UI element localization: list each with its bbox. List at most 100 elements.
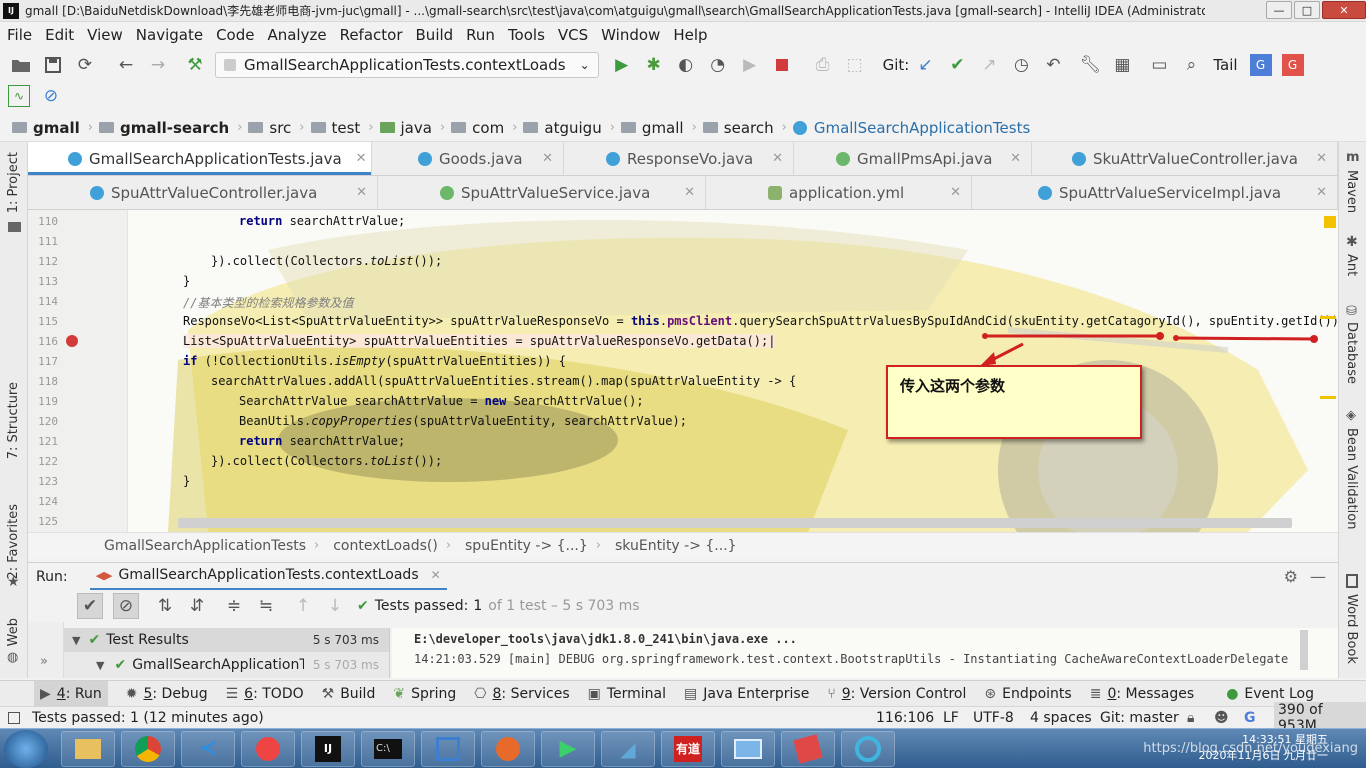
power-save-icon[interactable]: ⊘ xyxy=(40,85,62,107)
tab-gmall-search-application-tests[interactable]: GmallSearchApplicationTests.java ✕ xyxy=(28,142,372,175)
crumb-atguigu[interactable]: atguigu xyxy=(523,119,602,137)
close-tab-icon[interactable]: ✕ xyxy=(528,151,553,166)
warning-marker[interactable] xyxy=(1324,216,1336,228)
tool-web[interactable]: Web xyxy=(6,618,21,646)
video-player-icon[interactable]: ▶ xyxy=(541,730,595,767)
tab-sku-attr-value-controller[interactable]: SkuAttrValueController.java ✕ xyxy=(1032,142,1338,175)
activity-monitor-icon[interactable]: ∿ xyxy=(8,85,30,107)
intellij-icon[interactable]: IJ xyxy=(301,730,355,767)
wrench-icon[interactable]: 🔧︎ xyxy=(1079,54,1102,76)
crumb-search[interactable]: search xyxy=(702,119,774,137)
tool-project[interactable]: 1: Project xyxy=(6,152,21,213)
tab-spu-attr-value-service[interactable]: SpuAttrValueService.java ✕ xyxy=(378,176,706,209)
crumb-java[interactable]: java xyxy=(379,119,432,137)
error-stripe-mark[interactable] xyxy=(1320,396,1336,399)
virtualbox-icon[interactable] xyxy=(421,730,475,767)
close-tab-icon[interactable]: ✕ xyxy=(342,151,367,166)
editor-app-icon[interactable] xyxy=(781,730,835,767)
close-tab-icon[interactable]: ✕ xyxy=(342,185,367,200)
menu-vcs[interactable]: VCS xyxy=(558,26,588,44)
tool-version-control[interactable]: ⑂ 9: Version Control xyxy=(827,686,966,702)
more-actions-icon[interactable]: » xyxy=(40,654,48,669)
debug-icon[interactable]: ✱ xyxy=(643,54,665,76)
minimize-button[interactable]: — xyxy=(1266,1,1292,19)
profile-icon[interactable]: ◔ xyxy=(707,54,729,76)
tool-endpoints[interactable]: ⊛ Endpoints xyxy=(984,686,1071,702)
coverage-icon[interactable]: ◐ xyxy=(675,54,697,76)
tool-spring[interactable]: ❦ Spring xyxy=(393,686,456,702)
xmind-icon[interactable] xyxy=(241,730,295,767)
tab-spu-attr-value-service-impl[interactable]: SpuAttrValueServiceImpl.java ✕ xyxy=(972,176,1338,209)
translate-icon[interactable]: G xyxy=(1249,54,1272,76)
mysql-dolphin-icon[interactable]: ◢ xyxy=(601,730,655,767)
remote-desktop-icon[interactable] xyxy=(721,730,775,767)
maximize-button[interactable]: □ xyxy=(1294,1,1320,19)
lock-icon[interactable]: 🔒︎ xyxy=(1187,710,1194,726)
menu-view[interactable]: View xyxy=(87,26,123,44)
tab-response-vo[interactable]: ResponseVo.java ✕ xyxy=(564,142,794,175)
menu-code[interactable]: Code xyxy=(216,26,254,44)
console-scrollbar[interactable] xyxy=(1300,630,1308,670)
editor-crumb-lambda-spu[interactable]: spuEntity -> {...} xyxy=(465,538,588,554)
tree-row-test-class[interactable]: ▼ ✔ GmallSearchApplicationT 5 s 703 ms xyxy=(64,652,389,678)
tool-java-enterprise[interactable]: ▤ Java Enterprise xyxy=(684,686,809,702)
tool-todo[interactable]: ☰ 6: TODO xyxy=(226,686,304,702)
close-tab-icon[interactable]: ✕ xyxy=(431,568,441,582)
menu-window[interactable]: Window xyxy=(601,26,660,44)
settings-gear-icon[interactable]: ⚙ xyxy=(1284,567,1298,586)
menu-navigate[interactable]: Navigate xyxy=(136,26,203,44)
terminal-window-icon[interactable]: ▭ xyxy=(1148,54,1170,76)
editor-crumb-method[interactable]: contextLoads() xyxy=(333,538,438,554)
editor-crumb-lambda-sku[interactable]: skuEntity -> {...} xyxy=(615,538,737,554)
file-explorer-icon[interactable] xyxy=(61,730,115,767)
crumb-gmall-search[interactable]: gmall-search xyxy=(98,119,229,137)
run-configuration-select[interactable]: GmallSearchApplicationTests.contextLoads… xyxy=(215,52,599,78)
crumb-gmall[interactable]: gmall xyxy=(12,119,80,137)
expand-all-icon[interactable]: ≑ xyxy=(223,595,245,617)
git-commit-icon[interactable]: ✔ xyxy=(946,54,968,76)
menu-file[interactable]: File xyxy=(7,26,32,44)
build-hammer-icon[interactable]: ⚒ xyxy=(184,54,206,76)
indent-setting[interactable]: 4 spaces xyxy=(1030,710,1092,726)
tree-row-test-results[interactable]: ▼ ✔ Test Results 5 s 703 ms xyxy=(64,628,389,652)
tool-event-log[interactable]: ● Event Log xyxy=(1226,686,1314,702)
tool-word-book[interactable]: Word Book xyxy=(1344,594,1359,664)
close-button[interactable]: ✕ xyxy=(1322,1,1366,19)
close-tab-icon[interactable]: ✕ xyxy=(1302,151,1327,166)
sort-duration-icon[interactable]: ⇵ xyxy=(186,595,208,617)
console-output[interactable]: E:\developer_tools\java\jdk1.8.0_241\bin… xyxy=(392,628,1338,678)
hide-panel-icon[interactable]: — xyxy=(1310,567,1326,586)
close-tab-icon[interactable]: ✕ xyxy=(1302,185,1327,200)
tool-debug[interactable]: ✹ 5: Debug xyxy=(126,686,208,702)
show-passed-icon[interactable]: ✔ xyxy=(77,593,103,619)
menu-refactor[interactable]: Refactor xyxy=(340,26,403,44)
translate-alt-icon[interactable]: G xyxy=(1281,54,1304,76)
close-tab-icon[interactable]: ✕ xyxy=(670,185,695,200)
crumb-gmall-package[interactable]: gmall xyxy=(620,119,684,137)
menu-build[interactable]: Build xyxy=(416,26,454,44)
tool-build[interactable]: ⚒ Build xyxy=(322,686,376,702)
close-tab-icon[interactable]: ✕ xyxy=(996,151,1021,166)
crumb-com[interactable]: com xyxy=(451,119,504,137)
line-separator[interactable]: LF xyxy=(943,710,959,726)
tab-goods[interactable]: Goods.java ✕ xyxy=(372,142,564,175)
menu-help[interactable]: Help xyxy=(673,26,707,44)
error-stripe-mark[interactable] xyxy=(1320,316,1336,319)
collapse-all-icon[interactable]: ≒ xyxy=(255,595,277,617)
menu-analyze[interactable]: Analyze xyxy=(267,26,326,44)
vcs-branch[interactable]: Git: master xyxy=(1100,710,1179,726)
forward-icon[interactable]: → xyxy=(147,54,169,76)
show-ignored-icon[interactable]: ⊘ xyxy=(113,593,139,619)
tool-bean-validation[interactable]: Bean Validation xyxy=(1344,428,1359,529)
menu-tools[interactable]: Tools xyxy=(508,26,545,44)
menu-run[interactable]: Run xyxy=(466,26,495,44)
close-tab-icon[interactable]: ✕ xyxy=(758,151,783,166)
crumb-test[interactable]: test xyxy=(310,119,360,137)
browser-app-icon[interactable] xyxy=(841,730,895,767)
inspector-icon[interactable]: ☻ xyxy=(1214,710,1229,726)
sort-alpha-icon[interactable]: ⇅ xyxy=(154,595,176,617)
git-update-icon[interactable]: ↙ xyxy=(914,54,936,76)
tool-database[interactable]: Database xyxy=(1344,322,1359,384)
close-tab-icon[interactable]: ✕ xyxy=(936,185,961,200)
run-tab[interactable]: ◀▶ GmallSearchApplicationTests.contextLo… xyxy=(89,563,447,591)
